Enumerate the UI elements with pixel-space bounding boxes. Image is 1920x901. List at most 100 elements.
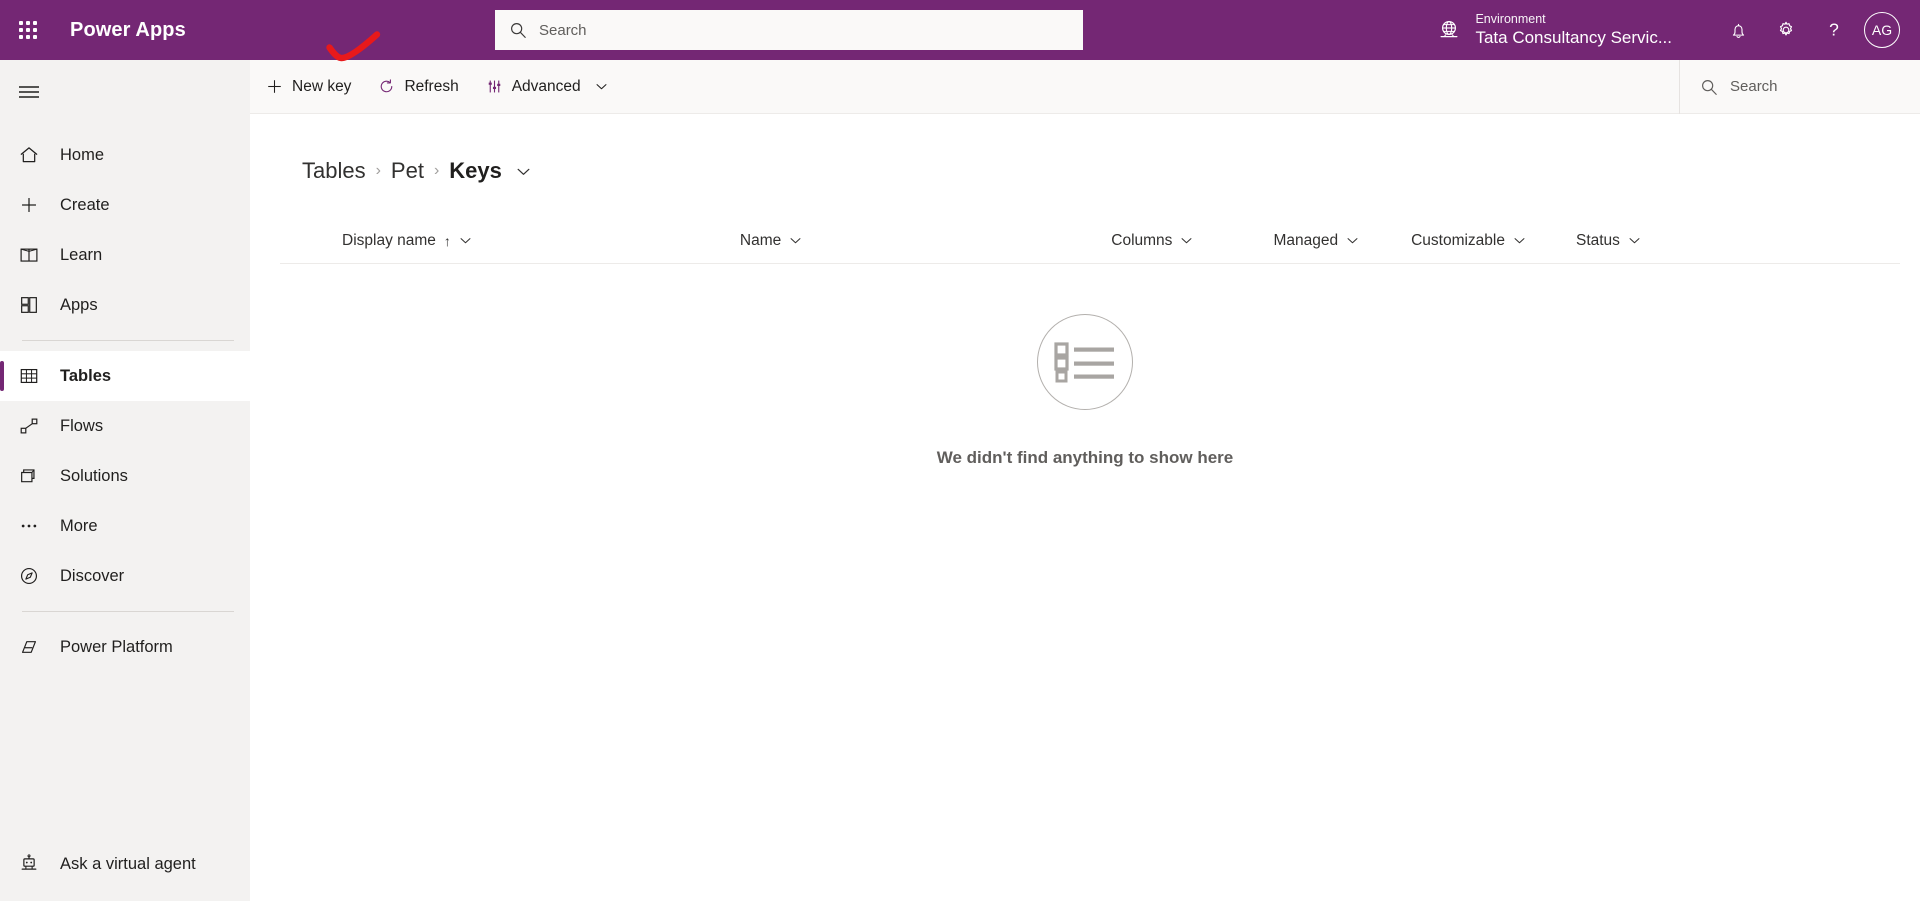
advanced-label: Advanced: [511, 77, 581, 95]
chevron-down-icon: [1346, 234, 1359, 247]
sidebar-item-create[interactable]: Create: [0, 180, 250, 230]
table-icon: [14, 365, 44, 387]
power-platform-icon: [14, 636, 44, 658]
chevron-down-icon: [595, 80, 608, 93]
chevron-down-icon: [459, 234, 472, 247]
sidebar-item-home[interactable]: Home: [0, 130, 250, 180]
bell-icon: [1728, 20, 1749, 41]
settings-button[interactable]: [1762, 6, 1810, 54]
sidebar-divider-top: [22, 340, 234, 341]
sidebar-label: Tables: [60, 366, 112, 385]
sidebar-label: Apps: [60, 295, 98, 314]
sidebar-label: Create: [60, 195, 110, 214]
column-header-columns[interactable]: Columns: [1105, 218, 1199, 264]
sidebar-label: Home: [60, 145, 105, 164]
chevron-down-icon: [789, 234, 802, 247]
column-label: Customizable: [1411, 231, 1505, 249]
sidebar-item-discover[interactable]: Discover: [0, 551, 250, 601]
column-header-name[interactable]: Name: [734, 218, 808, 264]
chevron-down-icon: [1628, 234, 1641, 247]
new-key-button[interactable]: New key: [255, 66, 362, 108]
sidebar-toggle-button[interactable]: [0, 66, 58, 118]
search-icon: [509, 21, 527, 39]
column-header-managed[interactable]: Managed: [1267, 218, 1365, 264]
sidebar-label: Power Platform: [60, 637, 173, 656]
sidebar-label: Flows: [60, 416, 104, 435]
command-bar: New key Refresh Advanced Search: [250, 59, 1920, 114]
app-launcher-button[interactable]: [0, 0, 56, 60]
sort-ascending-icon: ↑: [443, 232, 451, 249]
ellipsis-icon: [14, 515, 44, 537]
new-key-label: New key: [292, 77, 352, 95]
environment-selector[interactable]: Environment Tata Consultancy Servic...: [1437, 0, 1672, 60]
apps-grid-icon: [14, 294, 44, 316]
sidebar-label: Ask a virtual agent: [60, 854, 196, 873]
sidebar-item-apps[interactable]: Apps: [0, 280, 250, 330]
chevron-down-icon: [1180, 234, 1193, 247]
plus-icon: [14, 194, 44, 216]
sidebar-item-solutions[interactable]: Solutions: [0, 451, 250, 501]
sidebar-label: Discover: [60, 566, 125, 585]
plus-icon: [266, 78, 283, 95]
chevron-down-icon: [1513, 234, 1526, 247]
refresh-button[interactable]: Refresh: [367, 66, 469, 108]
column-label: Display name: [342, 231, 436, 249]
advanced-settings-icon: [486, 78, 503, 95]
refresh-label: Refresh: [404, 77, 459, 95]
empty-state: We didn't find anything to show here: [250, 314, 1920, 468]
home-icon: [14, 144, 44, 166]
grid-search-placeholder: Search: [1730, 78, 1778, 95]
notifications-button[interactable]: [1714, 6, 1762, 54]
column-header-customizable[interactable]: Customizable: [1405, 218, 1532, 264]
breadcrumb-separator: ›: [375, 162, 381, 179]
globe-icon: [1437, 18, 1461, 42]
advanced-button[interactable]: Advanced: [475, 66, 619, 108]
header-icon-group: ? AG: [1714, 0, 1912, 60]
waffle-icon: [19, 21, 37, 39]
sidebar-item-more[interactable]: More: [0, 501, 250, 551]
app-header: Power Apps Search Environment Tata Consu…: [0, 0, 1920, 60]
column-header-display-name[interactable]: Display name ↑: [336, 218, 478, 264]
breadcrumb-tables[interactable]: Tables: [302, 158, 366, 184]
grid-search-box[interactable]: Search: [1680, 60, 1920, 114]
sidebar-label: Solutions: [60, 466, 128, 485]
global-search-box[interactable]: Search: [495, 10, 1083, 50]
hamburger-menu-icon: [18, 84, 40, 100]
environment-label: Environment: [1475, 11, 1546, 26]
brand-title[interactable]: Power Apps: [70, 19, 186, 42]
sidebar-label: Learn: [60, 245, 103, 264]
gear-icon: [1775, 19, 1797, 41]
column-label: Status: [1575, 231, 1620, 249]
sidebar-item-learn[interactable]: Learn: [0, 230, 250, 280]
main-content: Tables › Pet › Keys Display name ↑ Name …: [250, 114, 1920, 901]
sidebar-item-power-platform[interactable]: Power Platform: [0, 622, 250, 672]
flow-icon: [14, 415, 44, 437]
sidebar-item-tables[interactable]: Tables: [0, 351, 250, 401]
column-label: Name: [739, 231, 782, 249]
sidebar-item-ask-virtual-agent[interactable]: Ask a virtual agent: [0, 839, 250, 889]
global-search-placeholder: Search: [539, 21, 587, 39]
list-placeholder-icon: [1037, 314, 1133, 410]
book-icon: [14, 244, 44, 266]
svg-text:?: ?: [1829, 20, 1839, 40]
grid-column-headers: Display name ↑ Name Columns Managed Cust…: [280, 218, 1900, 264]
breadcrumb-separator: ›: [433, 162, 440, 179]
sidebar-item-flows[interactable]: Flows: [0, 401, 250, 451]
left-sidebar: Home Create Learn Apps Tables Flows Solu…: [0, 60, 250, 901]
column-label: Columns: [1111, 231, 1173, 249]
environment-name: Tata Consultancy Servic...: [1475, 28, 1672, 48]
solutions-icon: [14, 465, 44, 487]
empty-state-message: We didn't find anything to show here: [936, 448, 1234, 467]
breadcrumb-current-keys[interactable]: Keys: [449, 158, 502, 184]
search-icon: [1700, 78, 1718, 96]
user-avatar[interactable]: AG: [1864, 12, 1900, 48]
breadcrumb-pet[interactable]: Pet: [391, 158, 424, 184]
help-icon: ?: [1823, 19, 1845, 41]
breadcrumb-chevron-down-icon[interactable]: [516, 164, 531, 179]
breadcrumb: Tables › Pet › Keys: [250, 114, 1920, 184]
sidebar-label: More: [60, 516, 98, 535]
help-button[interactable]: ?: [1810, 6, 1858, 54]
column-label: Managed: [1273, 231, 1339, 249]
column-header-status[interactable]: Status: [1570, 218, 1647, 264]
